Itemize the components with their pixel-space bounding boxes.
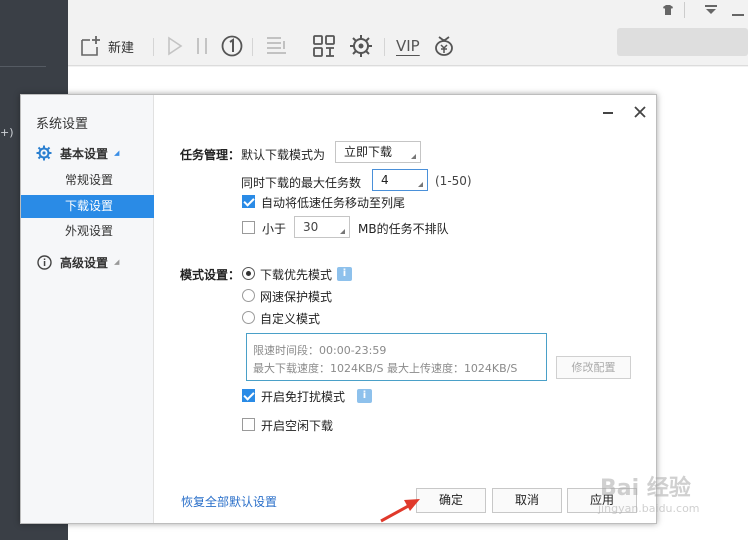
less-than-size-select[interactable]: 30: [294, 216, 350, 238]
sidebar-group-advanced-label: 高级设置: [60, 255, 109, 270]
dialog-close-button[interactable]: [633, 105, 647, 119]
left-panel-peek-text: +): [0, 126, 14, 139]
auto-move-checkbox[interactable]: [242, 195, 255, 208]
no-disturb-checkbox[interactable]: [242, 389, 255, 402]
menu-icon[interactable]: [705, 4, 717, 19]
minimize-icon[interactable]: [732, 8, 744, 21]
sort-button[interactable]: [264, 32, 288, 60]
max-tasks-input[interactable]: 4: [372, 169, 428, 191]
default-mode-label: 默认下载模式为: [241, 148, 326, 162]
auto-move-label: 自动将低速任务移动至列尾: [261, 196, 406, 210]
play-icon: [164, 36, 184, 56]
mode-option-custom: 自定义模式: [260, 312, 321, 326]
mode-settings-label: 模式设置：: [180, 268, 241, 282]
limit-speed-text: 最大下载速度：1024KB/S 最大上传速度：1024KB/S: [253, 362, 518, 375]
grid-icon: [312, 34, 336, 58]
watermark-logo: Bai 经验: [600, 476, 691, 501]
toolbar-separator: [153, 38, 154, 56]
dropdown-arrow-icon: [418, 182, 423, 187]
less-than-label: 小于: [262, 222, 287, 236]
info-circle-icon: [36, 254, 52, 270]
sidebar-group-basic[interactable]: 基本设置 ◢: [21, 142, 154, 164]
list-sort-icon: [264, 35, 288, 57]
mode-option-download-priority: 下载优先模式: [260, 268, 333, 282]
max-tasks-range: (1-50): [435, 174, 472, 188]
search-input[interactable]: [617, 28, 748, 56]
limit-time-text: 限速时间段：00:00-23:59: [253, 344, 387, 357]
money-button[interactable]: [432, 32, 456, 60]
no-disturb-label: 开启免打扰模式: [261, 390, 346, 404]
settings-dialog: 系统设置 基本设置 ◢ 常规设置 下载设置 外观设置 高级设置 ◢ 任务管理： …: [20, 94, 657, 524]
title-bar: [68, 0, 748, 26]
main-toolbar: 新建 VIP: [68, 26, 748, 66]
speed-button[interactable]: [220, 32, 244, 60]
info-icon[interactable]: i: [357, 389, 372, 403]
max-tasks-label: 同时下载的最大任务数: [241, 176, 362, 190]
mode-option-network-protect: 网速保护模式: [260, 290, 333, 304]
mode-radio-download-priority[interactable]: [242, 267, 255, 280]
default-mode-value: 立即下载: [344, 145, 393, 159]
mode-radio-network-protect[interactable]: [242, 289, 255, 302]
start-button[interactable]: [164, 32, 184, 60]
max-tasks-value: 4: [381, 173, 389, 187]
money-bag-icon: [432, 34, 456, 58]
info-icon[interactable]: i: [337, 267, 352, 281]
gear-icon: [36, 145, 52, 161]
dropdown-arrow-icon: [411, 154, 416, 159]
less-than-checkbox[interactable]: [242, 221, 255, 234]
panel-divider: [0, 66, 46, 67]
toolbar-separator: [252, 38, 253, 56]
less-than-size-value: 30: [303, 220, 319, 234]
sidebar-group-advanced[interactable]: 高级设置 ◢: [21, 251, 154, 273]
modify-config-button[interactable]: 修改配置: [556, 356, 631, 379]
watermark-url: jingyan.baidu.com: [598, 502, 700, 515]
cancel-button[interactable]: 取消: [492, 488, 562, 513]
expand-caret-icon: ◢: [114, 258, 120, 266]
toolbar-separator: [384, 38, 385, 56]
settings-sidebar: 系统设置 基本设置 ◢ 常规设置 下载设置 外观设置 高级设置 ◢: [21, 95, 154, 523]
no-queue-label: MB的任务不排队: [358, 222, 449, 236]
pause-button[interactable]: [194, 32, 210, 60]
vip-button[interactable]: VIP: [396, 32, 420, 60]
new-task-label: 新建: [108, 40, 135, 56]
new-task-icon: [80, 35, 102, 57]
sidebar-item-appearance[interactable]: 外观设置: [21, 220, 154, 243]
vip-label: VIP: [396, 37, 420, 55]
dialog-title: 系统设置: [36, 117, 89, 132]
dialog-minimize-button[interactable]: [603, 112, 613, 114]
expand-caret-icon: ◢: [114, 149, 120, 157]
sidebar-group-basic-label: 基本设置: [60, 146, 109, 161]
skin-icon[interactable]: [662, 4, 674, 19]
sidebar-item-general[interactable]: 常规设置: [21, 169, 154, 192]
speed-icon: [220, 34, 244, 58]
gear-icon: [348, 33, 374, 59]
ok-button[interactable]: 确定: [416, 488, 486, 513]
grid-view-button[interactable]: [312, 32, 336, 60]
mode-radio-custom[interactable]: [242, 311, 255, 324]
new-task-button[interactable]: 新建: [80, 32, 134, 60]
default-mode-select[interactable]: 立即下载: [335, 141, 421, 163]
idle-download-label: 开启空闲下载: [261, 419, 334, 433]
window-divider: [684, 2, 686, 21]
dropdown-arrow-icon: [340, 229, 345, 234]
sidebar-item-download[interactable]: 下载设置: [21, 195, 154, 218]
restore-defaults-link[interactable]: 恢复全部默认设置: [181, 493, 277, 510]
settings-button[interactable]: [348, 32, 374, 60]
mode-detail-box: 限速时间段：00:00-23:59 最大下载速度：1024KB/S 最大上传速度…: [246, 333, 547, 381]
pause-icon: [194, 36, 210, 56]
close-icon: [634, 106, 646, 118]
task-management-label: 任务管理：: [180, 148, 241, 162]
idle-download-checkbox[interactable]: [242, 418, 255, 431]
